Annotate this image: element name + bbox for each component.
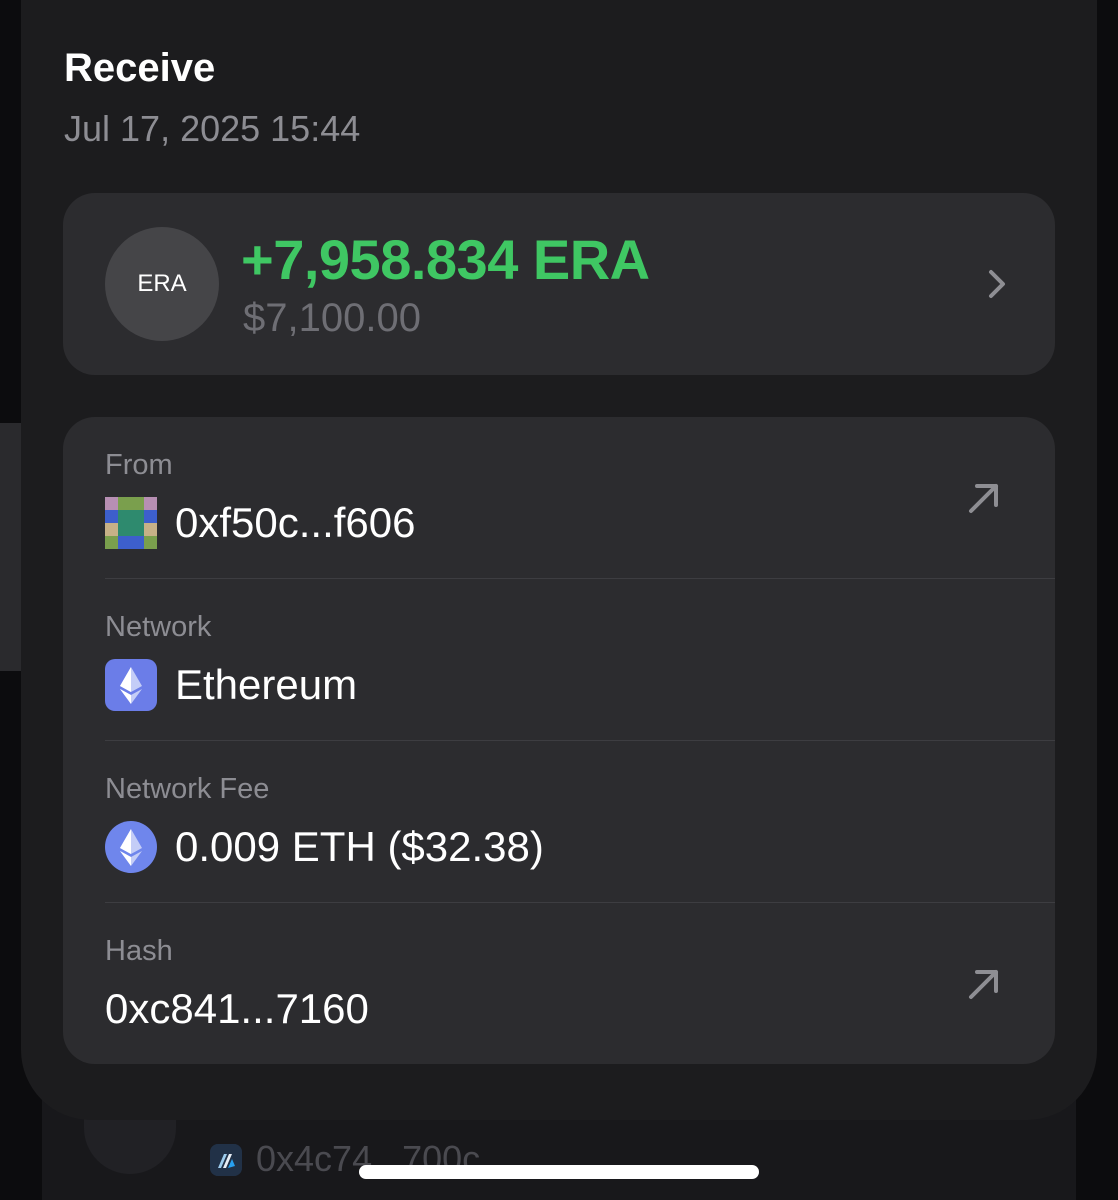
ethereum-icon — [105, 821, 157, 873]
external-link-icon[interactable] — [963, 963, 1005, 1005]
network-fee-row: Network Fee 0.009 ETH ($32.38) — [63, 741, 1055, 903]
ethereum-icon — [105, 659, 157, 711]
details-card: From 0xf50c...f606 Network Ethereum Netw… — [63, 417, 1055, 1064]
external-link-icon[interactable] — [963, 477, 1005, 519]
wallet-identicon — [105, 497, 157, 549]
hash-row[interactable]: Hash 0xc841...7160 — [63, 903, 1055, 1064]
network-fee-value: 0.009 ETH ($32.38) — [175, 823, 544, 870]
received-amount: +7,958.834 ERA — [241, 228, 650, 291]
network-label: Network — [105, 611, 212, 643]
token-avatar: ERA — [105, 227, 219, 341]
hash-label: Hash — [105, 935, 173, 967]
from-row[interactable]: From 0xf50c...f606 — [63, 417, 1055, 579]
network-fee-label: Network Fee — [105, 773, 270, 805]
network-row: Network Ethereum — [63, 579, 1055, 741]
hash-value: 0xc841...7160 — [105, 985, 369, 1032]
from-address: 0xf50c...f606 — [175, 499, 416, 546]
network-name: Ethereum — [175, 661, 358, 708]
transaction-date: Jul 17, 2025 15:44 — [64, 108, 361, 149]
home-indicator — [359, 1165, 759, 1179]
arbitrum-icon — [210, 1144, 242, 1176]
chevron-right-icon — [989, 270, 1005, 298]
transaction-detail-sheet: Receive Jul 17, 2025 15:44 ERA +7,958.83… — [21, 0, 1097, 1120]
from-label: From — [105, 449, 173, 481]
amount-card[interactable]: ERA +7,958.834 ERA $7,100.00 — [63, 193, 1055, 375]
sheet-title: Receive — [64, 46, 216, 90]
usd-value: $7,100.00 — [243, 296, 421, 340]
